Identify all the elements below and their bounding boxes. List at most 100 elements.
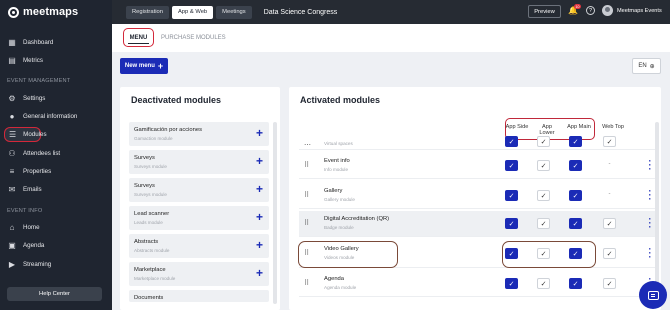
sidebar-item-general-information[interactable]: ● General information [4,109,108,124]
add-module-icon[interactable]: + [256,183,263,195]
sidebar-item-emails[interactable]: ✉ Emails [4,182,108,197]
list-item[interactable]: Surveys Surveys module + [129,150,269,174]
main-content: MENU PURCHASE MODULES New menu + EN ⊕ De… [112,24,670,310]
sidebar-item-dashboard[interactable]: ▦ Dashboard [4,35,108,50]
table-row[interactable]: ⋯Virtual spaces✓✓✓✓··· [299,136,655,150]
chat-button[interactable] [639,281,667,309]
module-subtitle: Marketplace module [134,276,176,281]
table-row[interactable]: ⠿ Event info Info module ✓ ✓ ✓ - · · · [299,153,655,179]
list-item[interactable]: Marketplace Marketplace module + [129,262,269,286]
module-subtitle: Gallery module [324,197,355,202]
new-menu-button[interactable]: New menu + [120,58,168,74]
table-row[interactable]: ⠿ Gallery Gallery module ✓ ✓ ✓ - · · · [299,183,655,209]
logo[interactable]: meetmaps [0,0,112,24]
more-options-icon[interactable]: ··· [648,157,652,174]
column-checkbox[interactable]: ✓ [569,218,582,229]
module-subtitle: Info module [324,167,349,172]
column-checkbox[interactable]: ✓ [505,278,518,289]
tab-app-web[interactable]: App & Web [171,5,214,19]
column-checkbox[interactable]: ✓ [537,160,550,171]
list-item[interactable]: Lead scanner Leads module + [129,206,269,230]
section-event-management: EVENT MANAGEMENT [7,78,71,84]
drag-handle-icon[interactable]: ⠿ [304,219,309,227]
info-icon: ● [9,112,15,121]
column-checkbox[interactable]: ✓ [505,218,518,229]
tab-registration[interactable]: Registration [126,5,169,19]
list-item[interactable]: Abstracts Abstracts module + [129,234,269,258]
sidebar-item-properties[interactable]: ≡ Properties [4,164,108,179]
list-item[interactable]: Surveys Surveys module + [129,178,269,202]
tab-meetings[interactable]: Meetings [216,5,252,19]
video-gallery-highlight [298,241,398,268]
column-checkbox[interactable]: ✓ [537,136,550,147]
column-app-side: App Side [505,124,529,130]
sidebar-item-settings[interactable]: ⚙ Settings [4,91,108,106]
sidebar-item-label: Modules [23,131,47,138]
list-icon: ☰ [9,130,17,139]
list-item[interactable]: Gamificación por acciones Gamaction modul… [129,122,269,146]
column-checkbox[interactable]: ✓ [603,136,616,147]
user-name[interactable]: Meetmaps Events [617,8,662,14]
more-options-icon[interactable]: ··· [648,245,652,262]
column-checkbox[interactable]: ✓ [537,218,550,229]
properties-icon: ≡ [9,167,15,176]
more-options-icon[interactable]: ··· [648,215,652,232]
sidebar-item-label: Attendees list [23,150,61,157]
column-checkbox[interactable]: ✓ [603,248,616,259]
add-module-icon[interactable]: + [256,127,263,139]
module-name: Surveys [134,183,155,189]
avatar[interactable] [602,5,613,16]
column-checkbox[interactable]: ✓ [537,278,550,289]
logo-icon [8,6,19,18]
plus-icon: + [157,61,164,71]
drag-handle-icon[interactable]: ⠿ [304,279,309,287]
table-row[interactable]: ⠿ Digital Accreditation (QR) Badge module ✓… [299,211,655,237]
module-name: Documents [134,295,164,301]
sidebar-item-modules[interactable]: ☰ Modules [4,127,47,142]
add-module-icon[interactable]: + [256,267,263,279]
column-checkbox[interactable]: ✓ [603,278,616,289]
column-checkbox[interactable]: ✓ [569,136,582,147]
column-checkbox[interactable]: ✓ [569,190,582,201]
column-checkbox[interactable]: ✓ [505,160,518,171]
scrollbar[interactable] [655,122,659,304]
help-center-button[interactable]: Help Center [7,287,102,301]
more-options-icon[interactable]: ··· [648,187,652,204]
sidebar-item-attendees-list[interactable]: ⚇ Attendees list [4,146,108,161]
section-event-info: EVENT INFO [7,208,43,214]
drag-handle-icon[interactable]: ⠿ [304,191,309,199]
language-selector[interactable]: EN ⊕ [632,58,661,74]
sidebar-item-metrics[interactable]: ▤ Metrics [4,53,108,68]
column-checkbox[interactable]: ✓ [505,136,518,147]
drag-handle-icon[interactable]: ⠿ [304,161,309,169]
help-icon[interactable]: ? [586,6,595,15]
sidebar-item-streaming[interactable]: ▶ Streaming [4,257,108,272]
column-checkbox[interactable]: ✓ [537,190,550,201]
column-disabled: - [608,191,611,197]
activated-panel: Activated modules App Side App Lower App… [289,87,661,310]
scrollbar[interactable] [273,122,277,304]
module-name: Abstracts [134,239,159,245]
tab-purchase-modules[interactable]: PURCHASE MODULES [161,35,226,41]
drag-handle-icon[interactable]: ⋯ [304,141,311,149]
column-checkbox[interactable]: ✓ [603,218,616,229]
table-row[interactable]: ⠿AgendaAgenda module✓✓✓✓··· [299,271,655,297]
module-name: Lead scanner [134,211,170,217]
preview-button[interactable]: Preview [528,5,561,18]
column-app-main: App Main [567,124,591,130]
tab-menu[interactable]: MENU [123,28,154,47]
sidebar-item-agenda[interactable]: ▣ Agenda [4,238,108,253]
add-module-icon[interactable]: + [256,211,263,223]
sidebar-item-home[interactable]: ⌂ Home [4,220,108,235]
add-module-icon[interactable]: + [256,155,263,167]
column-checkbox[interactable]: ✓ [569,160,582,171]
sidebar-item-label: General information [23,113,78,120]
add-module-icon[interactable]: + [256,239,263,251]
list-item[interactable]: Documents [129,290,269,302]
sidebar-item-label: Streaming [23,261,52,268]
column-checkbox[interactable]: ✓ [505,190,518,201]
module-name: Marketplace [134,267,166,273]
deactivated-title: Deactivated modules [131,95,222,105]
column-checkbox[interactable]: ✓ [569,278,582,289]
streaming-icon: ▶ [8,260,16,269]
